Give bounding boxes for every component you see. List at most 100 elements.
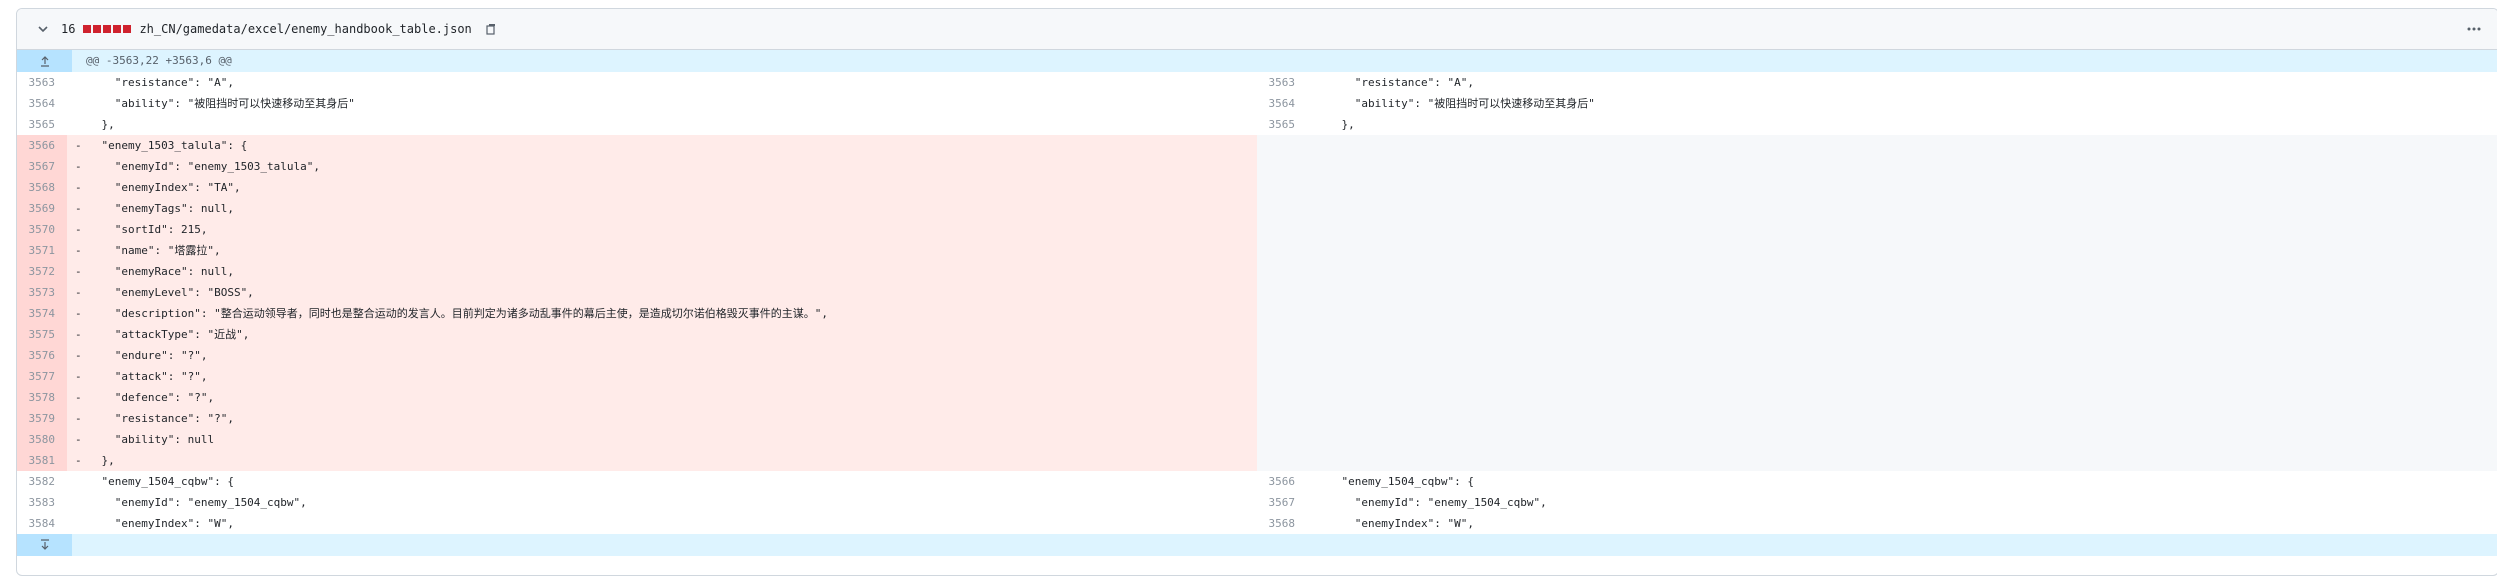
right-line-number-empty bbox=[1257, 198, 1307, 219]
hunk-header: @@ -3563,22 +3563,6 @@ bbox=[86, 54, 232, 67]
expand-up-icon[interactable] bbox=[17, 50, 72, 72]
right-empty bbox=[1307, 219, 2497, 240]
left-code: - "enemyTags": null, bbox=[67, 198, 1257, 219]
left-line-number[interactable]: 3583 bbox=[17, 492, 67, 513]
right-empty bbox=[1307, 240, 2497, 261]
diff-row: 3571- "name": "塔露拉", bbox=[17, 240, 2497, 261]
right-line-number-empty bbox=[1257, 240, 1307, 261]
left-code: - }, bbox=[67, 450, 1257, 471]
right-line-number[interactable]: 3567 bbox=[1257, 492, 1307, 513]
right-code: "enemyIndex": "W", bbox=[1315, 517, 1474, 530]
left-line-number[interactable]: 3569 bbox=[17, 198, 67, 219]
left-line-number[interactable]: 3568 bbox=[17, 177, 67, 198]
right-side bbox=[1257, 303, 2497, 324]
right-side: 3567 "enemyId": "enemy_1504_cqbw", bbox=[1257, 492, 2497, 513]
right-side bbox=[1257, 387, 2497, 408]
kebab-menu-icon[interactable] bbox=[2464, 19, 2484, 39]
diff-row: 3584 "enemyIndex": "W", 3568 "enemyIndex"… bbox=[17, 513, 2497, 534]
left-line-number[interactable]: 3566 bbox=[17, 135, 67, 156]
left-code: - "name": "塔露拉", bbox=[67, 240, 1257, 261]
file-path[interactable]: zh_CN/gamedata/excel/enemy_handbook_tabl… bbox=[139, 22, 471, 36]
right-empty bbox=[1307, 345, 2497, 366]
left-line-number[interactable]: 3572 bbox=[17, 261, 67, 282]
left-code: "resistance": "A", bbox=[75, 76, 234, 89]
diffstat-block bbox=[113, 25, 122, 33]
right-line-number[interactable]: 3568 bbox=[1257, 513, 1307, 534]
right-side: 3563 "resistance": "A", bbox=[1257, 72, 2497, 93]
right-line-number[interactable]: 3564 bbox=[1257, 93, 1307, 114]
left-line-number[interactable]: 3574 bbox=[17, 303, 67, 324]
diff-row: 3570- "sortId": 215, bbox=[17, 219, 2497, 240]
chevron-down-icon[interactable] bbox=[31, 17, 55, 41]
right-line-number[interactable]: 3563 bbox=[1257, 72, 1307, 93]
right-empty bbox=[1307, 387, 2497, 408]
left-side: 3576- "endure": "?", bbox=[17, 345, 1257, 366]
file-header: 16 zh_CN/gamedata/excel/enemy_handbook_t… bbox=[17, 9, 2497, 50]
diffstat-block bbox=[93, 25, 102, 33]
left-side: 3564 "ability": "被阻挡时可以快速移动至其身后" bbox=[17, 93, 1257, 114]
left-line-number[interactable]: 3578 bbox=[17, 387, 67, 408]
right-line-number-empty bbox=[1257, 324, 1307, 345]
left-line-number[interactable]: 3580 bbox=[17, 429, 67, 450]
left-line-number[interactable]: 3577 bbox=[17, 366, 67, 387]
left-line-number[interactable]: 3579 bbox=[17, 408, 67, 429]
left-line-number[interactable]: 3563 bbox=[17, 72, 67, 93]
right-line-number-empty bbox=[1257, 345, 1307, 366]
left-line-number[interactable]: 3581 bbox=[17, 450, 67, 471]
left-side: 3583 "enemyId": "enemy_1504_cqbw", bbox=[17, 492, 1257, 513]
left-line-number[interactable]: 3584 bbox=[17, 513, 67, 534]
right-line-number-empty bbox=[1257, 303, 1307, 324]
left-line-number[interactable]: 3576 bbox=[17, 345, 67, 366]
right-empty bbox=[1307, 408, 2497, 429]
right-line-number-empty bbox=[1257, 282, 1307, 303]
left-side: 3569- "enemyTags": null, bbox=[17, 198, 1257, 219]
copy-icon[interactable] bbox=[482, 20, 500, 38]
left-code: "enemyId": "enemy_1504_cqbw", bbox=[75, 496, 307, 509]
diff-row: 3573- "enemyLevel": "BOSS", bbox=[17, 282, 2497, 303]
left-side: 3584 "enemyIndex": "W", bbox=[17, 513, 1257, 534]
right-line-number[interactable]: 3566 bbox=[1257, 471, 1307, 492]
left-line-number[interactable]: 3570 bbox=[17, 219, 67, 240]
diff-row: 3564 "ability": "被阻挡时可以快速移动至其身后" 3564 "ab… bbox=[17, 93, 2497, 114]
left-line-number[interactable]: 3575 bbox=[17, 324, 67, 345]
left-line-number[interactable]: 3564 bbox=[17, 93, 67, 114]
diff-row: 3565 }, 3565 }, bbox=[17, 114, 2497, 135]
diff-row: 3567- "enemyId": "enemy_1503_talula", bbox=[17, 156, 2497, 177]
diffstat-block bbox=[83, 25, 92, 33]
right-side: 3568 "enemyIndex": "W", bbox=[1257, 513, 2497, 534]
right-side bbox=[1257, 156, 2497, 177]
left-code: - "sortId": 215, bbox=[67, 219, 1257, 240]
left-side: 3582 "enemy_1504_cqbw": { bbox=[17, 471, 1257, 492]
left-side: 3581- }, bbox=[17, 450, 1257, 471]
right-empty bbox=[1307, 429, 2497, 450]
left-side: 3573- "enemyLevel": "BOSS", bbox=[17, 282, 1257, 303]
left-line-number[interactable]: 3582 bbox=[17, 471, 67, 492]
left-code: "enemyIndex": "W", bbox=[75, 517, 234, 530]
diff-row: 3578- "defence": "?", bbox=[17, 387, 2497, 408]
left-code: - "attack": "?", bbox=[67, 366, 1257, 387]
right-empty bbox=[1307, 198, 2497, 219]
diff-row: 3580- "ability": null bbox=[17, 429, 2497, 450]
right-side bbox=[1257, 177, 2497, 198]
right-side bbox=[1257, 429, 2497, 450]
right-line-number[interactable]: 3565 bbox=[1257, 114, 1307, 135]
left-line-number[interactable]: 3565 bbox=[17, 114, 67, 135]
left-code: - "enemyRace": null, bbox=[67, 261, 1257, 282]
right-code: "ability": "被阻挡时可以快速移动至其身后" bbox=[1315, 97, 1595, 110]
left-line-number[interactable]: 3571 bbox=[17, 240, 67, 261]
right-side bbox=[1257, 345, 2497, 366]
expand-down-icon[interactable] bbox=[17, 534, 72, 556]
right-side: 3565 }, bbox=[1257, 114, 2497, 135]
left-side: 3579- "resistance": "?", bbox=[17, 408, 1257, 429]
right-side bbox=[1257, 219, 2497, 240]
diff-row: 3575- "attackType": "近战", bbox=[17, 324, 2497, 345]
diff-row: 3577- "attack": "?", bbox=[17, 366, 2497, 387]
right-line-number-empty bbox=[1257, 177, 1307, 198]
left-line-number[interactable]: 3573 bbox=[17, 282, 67, 303]
left-code: - "endure": "?", bbox=[67, 345, 1257, 366]
right-side bbox=[1257, 282, 2497, 303]
left-code: - "ability": null bbox=[67, 429, 1257, 450]
left-line-number[interactable]: 3567 bbox=[17, 156, 67, 177]
right-empty bbox=[1307, 303, 2497, 324]
right-side bbox=[1257, 135, 2497, 156]
